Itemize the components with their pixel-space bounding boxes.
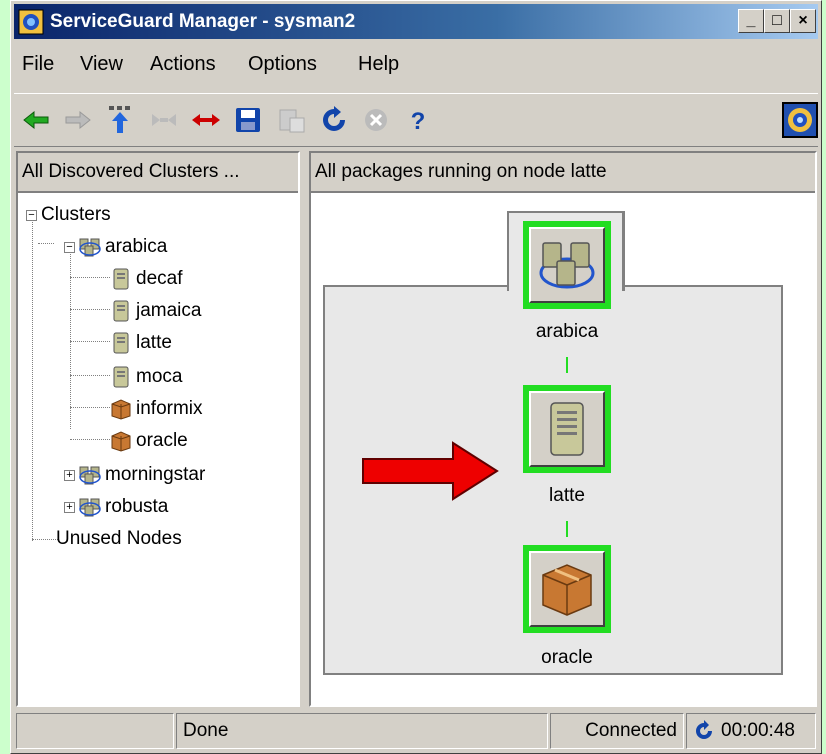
node-server-icon bbox=[113, 366, 129, 388]
cluster-icon bbox=[79, 466, 101, 485]
tree-guide-line bbox=[70, 439, 110, 440]
window-title: ServiceGuard Manager - sysman2 bbox=[50, 11, 356, 32]
tree-guide-line bbox=[70, 309, 110, 310]
package-box-icon bbox=[111, 431, 131, 452]
expand-toggle[interactable]: + bbox=[64, 469, 75, 481]
status-message: Done bbox=[176, 713, 548, 749]
tree-guide-line bbox=[32, 539, 58, 540]
graph-connector bbox=[566, 521, 568, 537]
status-bar: Done Connected 00:00:48 bbox=[16, 713, 818, 749]
tree-item-node[interactable]: decaf bbox=[110, 263, 182, 295]
node-label: latte bbox=[549, 485, 585, 506]
cluster-icon bbox=[79, 238, 101, 257]
menu-view[interactable]: View bbox=[80, 53, 123, 76]
tree-guide-line bbox=[70, 341, 110, 342]
up-level-icon[interactable] bbox=[104, 104, 136, 136]
tree-item-node[interactable]: jamaica bbox=[110, 295, 201, 327]
red-arrow-icon bbox=[362, 441, 499, 501]
connection-status: Connected bbox=[550, 713, 684, 749]
expand-toggle[interactable]: + bbox=[64, 501, 75, 513]
graph-connector bbox=[566, 357, 568, 373]
package-node-oracle[interactable] bbox=[523, 545, 611, 633]
tree-guide-line bbox=[70, 407, 110, 408]
tree-item-arabica[interactable]: − arabica bbox=[64, 231, 167, 263]
tree-item-morningstar[interactable]: + morningstar bbox=[64, 459, 205, 491]
package-box-icon bbox=[111, 399, 131, 420]
cluster-tree-panel: All Discovered Clusters ... − Clusters − bbox=[16, 151, 300, 707]
node-server-icon bbox=[113, 332, 129, 354]
tree-item-package[interactable]: informix bbox=[110, 393, 203, 425]
hp-logo-icon bbox=[782, 102, 818, 138]
serviceguard-app-icon[interactable] bbox=[18, 9, 44, 35]
status-blank-cell bbox=[16, 713, 174, 749]
collapse-icon[interactable] bbox=[148, 104, 180, 136]
node-server-icon bbox=[113, 268, 129, 290]
tree-guide-line bbox=[38, 243, 54, 244]
package-view-header: All packages running on node latte bbox=[311, 153, 815, 193]
tree-guide-line bbox=[70, 243, 71, 429]
svg-text:?: ? bbox=[411, 108, 426, 135]
cluster-icon bbox=[539, 242, 595, 289]
tree-guide-line bbox=[32, 211, 33, 541]
tree-panel-header: All Discovered Clusters ... bbox=[18, 153, 298, 193]
menu-options[interactable]: Options bbox=[248, 53, 317, 76]
app-window: ServiceGuard Manager - sysman2 _ □ × Fil… bbox=[10, 0, 822, 754]
package-node-label: oracle bbox=[541, 647, 593, 668]
collapse-toggle[interactable]: − bbox=[26, 209, 37, 221]
tree-item-clusters[interactable]: − Clusters bbox=[26, 199, 111, 231]
cluster-node-label: arabica bbox=[535, 321, 599, 342]
forward-arrow-icon[interactable] bbox=[62, 104, 94, 136]
minimize-button[interactable]: _ bbox=[738, 9, 764, 33]
collapse-toggle[interactable]: − bbox=[64, 241, 75, 253]
cluster-tree[interactable]: − Clusters − arabica decaf jamaica latte… bbox=[18, 193, 298, 705]
refresh-icon bbox=[696, 720, 712, 739]
node-latte[interactable] bbox=[523, 385, 611, 473]
tree-item-package[interactable]: oracle bbox=[110, 425, 188, 457]
cluster-node-arabica[interactable] bbox=[523, 221, 611, 309]
tree-item-node[interactable]: latte bbox=[110, 327, 172, 359]
graph-canvas: arabica latte oracle bbox=[311, 193, 815, 705]
help-icon[interactable]: ? bbox=[402, 104, 434, 136]
menu-bar: File View Actions Options Help bbox=[14, 43, 818, 89]
tree-guide-line bbox=[70, 277, 110, 278]
menu-actions[interactable]: Actions bbox=[150, 53, 216, 76]
node-server-icon bbox=[550, 402, 584, 456]
stop-icon[interactable] bbox=[360, 104, 392, 136]
tree-guide-line bbox=[70, 375, 110, 376]
toolbar: ? bbox=[14, 93, 818, 147]
refresh-timer[interactable]: 00:00:48 bbox=[686, 713, 816, 749]
tree-item-robusta[interactable]: + robusta bbox=[64, 491, 168, 523]
menu-help[interactable]: Help bbox=[358, 53, 399, 76]
close-button[interactable]: × bbox=[790, 9, 816, 33]
timer-value: 00:00:48 bbox=[721, 720, 795, 741]
package-box-icon bbox=[542, 564, 592, 616]
maximize-button[interactable]: □ bbox=[764, 9, 790, 33]
tree-item-node[interactable]: moca bbox=[110, 361, 182, 393]
node-server-icon bbox=[113, 300, 129, 322]
title-bar[interactable]: ServiceGuard Manager - sysman2 _ □ × bbox=[14, 4, 818, 39]
refresh-icon[interactable] bbox=[318, 104, 350, 136]
save-icon[interactable] bbox=[232, 104, 264, 136]
tree-item-unused-nodes[interactable]: Unused Nodes bbox=[56, 523, 182, 555]
package-view-panel: All packages running on node latte arabi… bbox=[309, 151, 817, 707]
menu-file[interactable]: File bbox=[22, 53, 54, 76]
back-arrow-icon[interactable] bbox=[20, 104, 52, 136]
properties-icon[interactable] bbox=[276, 104, 308, 136]
cluster-icon bbox=[79, 498, 101, 517]
expand-icon[interactable] bbox=[190, 104, 222, 136]
